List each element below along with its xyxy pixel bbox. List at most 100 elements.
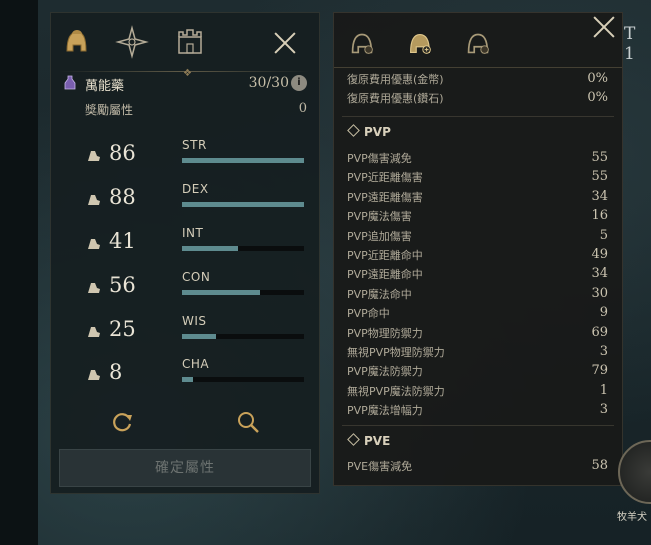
stat-value: 3 — [599, 344, 608, 359]
stat-label: 復原費用優惠(金幣) — [347, 73, 444, 86]
helmet-attack-icon[interactable] — [346, 27, 378, 59]
pvp-stat-row: PVP魔法傷害 16 — [347, 208, 608, 226]
stat-value: 69 — [591, 324, 608, 340]
magnify-search-icon[interactable] — [235, 409, 261, 435]
potion-name: 萬能藥 — [85, 79, 125, 94]
map-location-label: 牧羊犬 — [617, 512, 647, 523]
stat-bar — [182, 202, 304, 207]
detail-tab-row — [346, 23, 526, 63]
stat-bar — [182, 290, 304, 295]
stat-value: 8 — [109, 360, 123, 384]
stat-value: 34 — [591, 266, 608, 282]
diamond-icon — [347, 124, 360, 137]
stat-label: PVE傷害減免 — [347, 460, 413, 473]
close-icon[interactable] — [273, 31, 297, 55]
stat-value: 86 — [109, 141, 136, 165]
stat-row-str: 86 STR — [81, 138, 307, 181]
diamond-icon — [347, 433, 360, 446]
stat-bar-fill — [182, 334, 217, 339]
stat-label: INT — [182, 226, 204, 240]
stat-label: PVP近距離命中 — [347, 249, 423, 262]
stat-label: PVP命中 — [347, 307, 390, 321]
stat-value: 25 — [109, 317, 136, 341]
section-divider — [342, 116, 614, 117]
info-icon[interactable]: i — [291, 75, 307, 91]
stat-row-dex: 88 DEX — [81, 182, 307, 225]
stat-label: PVP遠距離傷害 — [347, 190, 423, 204]
stat-value: 56 — [109, 273, 136, 297]
stat-label: PVP魔法傷害 — [347, 210, 412, 224]
stat-row-wis: 25 WIS — [81, 314, 307, 357]
pvp-stat-row: PVP遠距離傷害 34 — [347, 189, 608, 207]
bottom-action-icons — [51, 409, 319, 439]
stat-label: PVP近距離傷害 — [347, 171, 423, 185]
stat-bar-fill — [182, 377, 193, 382]
potion-row: 萬能藥 30/30 i — [63, 73, 307, 95]
pvp-stat-row: PVP命中 9 — [347, 305, 608, 323]
stat-label: PVP追加傷害 — [347, 229, 412, 243]
bonus-points-label: 獎勵屬性 — [85, 103, 134, 117]
dexterity-boot-icon — [88, 195, 100, 205]
pvp-stat-row: PVP遠距離命中 34 — [347, 266, 608, 284]
stat-bar-fill — [182, 246, 239, 251]
helmet-special-icon[interactable] — [462, 27, 494, 59]
stat-bar — [182, 377, 304, 382]
pvp-stat-row: PVP魔法命中 30 — [347, 286, 608, 304]
pve-stat-row: PVE傷害減免 58 — [347, 458, 608, 476]
pvp-stat-row: PVP傷害減免 55 — [347, 150, 608, 168]
helmet-defense-icon[interactable] — [404, 27, 436, 59]
stat-bar-fill — [182, 202, 304, 207]
stat-label: CON — [182, 270, 211, 284]
stat-row-cha: 8 CHA — [81, 357, 307, 400]
stat-label: PVP魔法命中 — [347, 287, 412, 301]
stat-label: DEX — [182, 182, 209, 196]
screen-edge — [0, 0, 38, 545]
intelligence-book-icon — [88, 239, 100, 249]
restore-discount-row: 復原費用優惠(鑽石) 0% — [347, 90, 608, 108]
reset-icon[interactable] — [109, 409, 135, 435]
detail-divider — [334, 67, 622, 68]
stat-value: 5 — [599, 227, 608, 243]
stat-value: 16 — [591, 208, 608, 224]
stat-label: WIS — [182, 314, 207, 328]
pvp-stat-row: 無視PVP魔法防禦力 1 — [347, 383, 608, 401]
pvp-stat-row: PVP魔法增幅力 3 — [347, 402, 608, 420]
stat-value: 1 — [599, 382, 608, 398]
stat-value: 3 — [599, 402, 608, 418]
stat-value: 49 — [591, 247, 608, 262]
pvp-stat-row: PVP近距離傷害 55 — [347, 169, 608, 187]
stat-bar — [182, 158, 304, 163]
pvp-section-header: PVP — [347, 124, 391, 139]
stat-label: 復原費用優惠(鑽石) — [347, 92, 444, 105]
stat-label: PVP物理防禦力 — [347, 326, 423, 340]
potion-icon — [64, 75, 76, 90]
stat-label: 無視PVP魔法防禦力 — [347, 384, 445, 398]
stat-value: 0% — [587, 90, 608, 105]
confirm-stats-button[interactable]: 確定屬性 — [59, 449, 311, 487]
detail-stats-panel: 復原費用優惠(金幣) 0% 復原費用優惠(鑽石) 0% PVP PVP傷害減免 55 PVP近… — [333, 12, 623, 486]
stat-value: 55 — [591, 169, 608, 185]
pvp-stat-row: PVP物理防禦力 69 — [347, 325, 608, 343]
constitution-heart-icon — [88, 283, 100, 293]
stat-bar — [182, 246, 304, 251]
stat-value: 88 — [109, 185, 136, 209]
warrior-helmet-icon[interactable] — [59, 25, 93, 59]
stat-bar — [182, 334, 304, 339]
stat-value: 55 — [591, 150, 608, 165]
stat-label: PVP魔法增幅力 — [347, 404, 423, 418]
stat-label: PVP遠距離命中 — [347, 268, 423, 282]
stat-value: 30 — [591, 285, 608, 301]
server-label: T 1 — [624, 24, 638, 64]
pvp-stat-row: 無視PVP物理防禦力 3 — [347, 344, 608, 362]
stat-value: 41 — [109, 229, 136, 253]
stat-bar-fill — [182, 158, 304, 163]
pve-section-header: PVE — [347, 433, 390, 448]
section-divider — [342, 425, 614, 426]
compass-star-icon[interactable] — [115, 25, 149, 59]
bonus-points-value: 0 — [298, 101, 307, 116]
close-icon[interactable] — [592, 15, 616, 39]
castle-icon[interactable] — [173, 25, 207, 59]
stat-row-con: 56 CON — [81, 270, 307, 313]
stat-value: 0% — [587, 71, 608, 86]
stat-label: PVP傷害減免 — [347, 152, 412, 165]
